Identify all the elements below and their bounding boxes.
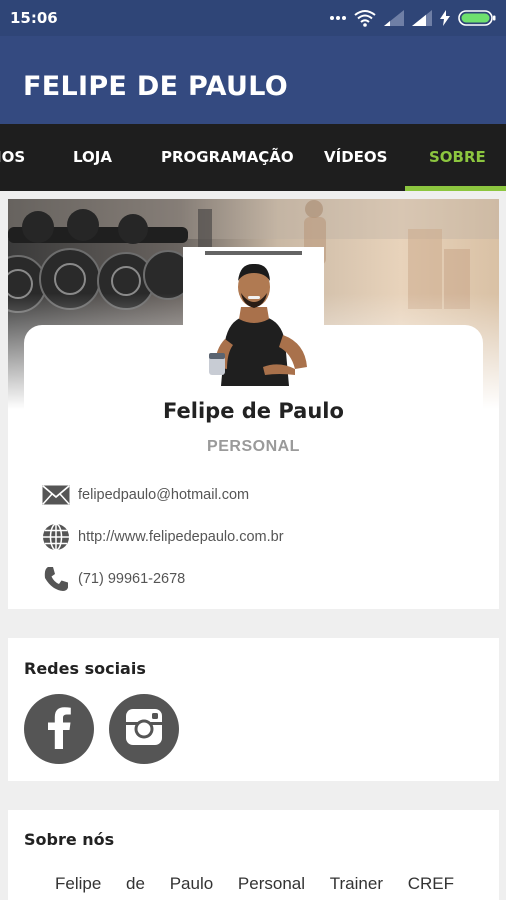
tab-programacao[interactable]: PROGRAMAÇÃO	[161, 124, 294, 191]
charging-icon	[440, 10, 450, 26]
profile-name: Felipe de Paulo	[163, 399, 344, 423]
contact-website[interactable]: http://www.felipedepaulo.com.br	[41, 522, 284, 552]
status-bar: 15:06	[0, 0, 506, 36]
mail-icon	[41, 480, 71, 510]
globe-icon	[41, 522, 71, 552]
tab-bar: IOS LOJA PROGRAMAÇÃO VÍDEOS SOBRE	[0, 124, 506, 191]
app-bar: FELIPE DE PAULO	[0, 36, 506, 124]
contact-email[interactable]: felipedpaulo@hotmail.com	[41, 480, 249, 510]
signal-icon	[384, 10, 404, 26]
instagram-icon	[124, 707, 164, 752]
profile-photo	[183, 247, 324, 388]
social-card: Redes sociais	[8, 638, 499, 781]
about-word: de	[126, 874, 145, 893]
about-card: Sobre nós Felipe de Paulo Personal Train…	[8, 810, 499, 900]
social-title: Redes sociais	[24, 659, 146, 678]
signal-icon	[412, 10, 432, 26]
wifi-icon	[354, 9, 376, 27]
tab-ios[interactable]: IOS	[0, 124, 25, 191]
about-title: Sobre nós	[24, 830, 115, 849]
contact-website-text: http://www.felipedepaulo.com.br	[78, 529, 284, 545]
profile-card: Felipe de Paulo PERSONAL felipedpaulo@ho…	[8, 199, 499, 609]
contact-phone[interactable]: (71) 99961-2678	[41, 564, 185, 594]
phone-icon	[41, 564, 71, 594]
app-title: FELIPE DE PAULO	[23, 71, 289, 102]
status-icons	[330, 8, 496, 28]
about-word: CREF	[407, 874, 454, 893]
active-tab-indicator	[405, 186, 506, 191]
facebook-icon	[44, 705, 74, 754]
tab-videos[interactable]: VÍDEOS	[324, 124, 387, 191]
profile-role: PERSONAL	[207, 438, 300, 455]
about-word: Felipe	[55, 874, 102, 893]
about-word: Paulo	[169, 874, 214, 893]
instagram-button[interactable]	[109, 694, 179, 764]
about-word: Personal	[237, 874, 306, 893]
battery-icon	[458, 10, 496, 26]
tab-loja[interactable]: LOJA	[73, 124, 112, 191]
about-text: Felipe de Paulo Personal Trainer CREF	[55, 874, 454, 894]
status-time: 15:06	[10, 9, 58, 27]
contact-email-text: felipedpaulo@hotmail.com	[78, 487, 250, 503]
tab-sobre[interactable]: SOBRE	[429, 124, 486, 191]
more-icon	[330, 15, 346, 21]
facebook-button[interactable]	[24, 694, 94, 764]
contact-phone-text: (71) 99961-2678	[78, 571, 186, 587]
about-word: Trainer	[329, 874, 383, 893]
